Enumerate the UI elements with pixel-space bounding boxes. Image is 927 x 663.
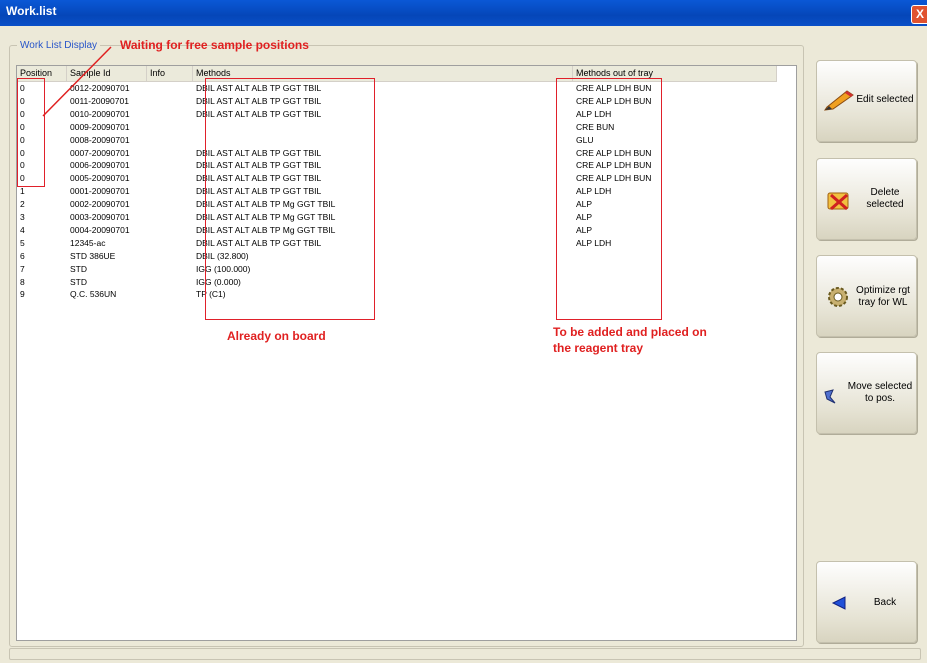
back-arrow-icon bbox=[831, 596, 846, 610]
back-label: Back bbox=[873, 597, 897, 608]
optimize-label-1: Optimize rgt bbox=[856, 285, 910, 296]
edit-selected-label: Edit selected bbox=[856, 94, 914, 105]
optimize-label-2: tray for WL bbox=[858, 297, 908, 308]
back-button[interactable]: Back bbox=[816, 561, 917, 643]
delete-selected-button[interactable]: Delete selected bbox=[816, 158, 917, 240]
annotation-to-be-added-text-1: To be added and placed on bbox=[553, 325, 707, 339]
delete-selected-label-1: Delete bbox=[870, 187, 900, 198]
move-arrow-icon bbox=[824, 389, 836, 404]
delete-icon bbox=[827, 192, 849, 211]
pencil-icon bbox=[823, 90, 854, 111]
move-selected-label-2: to pos. bbox=[864, 393, 896, 404]
move-selected-label-1: Move selected bbox=[847, 381, 913, 392]
annotation-waiting-text: Waiting for free sample positions bbox=[120, 38, 309, 52]
move-selected-button[interactable]: Move selected to pos. bbox=[816, 352, 917, 434]
edit-selected-button[interactable]: Edit selected bbox=[816, 60, 917, 142]
gear-icon bbox=[828, 287, 848, 307]
annotation-pointer-line bbox=[42, 46, 112, 117]
optimize-rgt-tray-button[interactable]: Optimize rgt tray for WL bbox=[816, 255, 917, 337]
worklist-window: Work.list X Work List Display Position S… bbox=[0, 0, 927, 663]
annotation-on-board-text: Already on board bbox=[227, 329, 326, 343]
annotation-to-be-added-text-2: the reagent tray bbox=[553, 341, 644, 355]
status-bar bbox=[9, 648, 921, 660]
delete-selected-label-2: selected bbox=[866, 199, 904, 210]
